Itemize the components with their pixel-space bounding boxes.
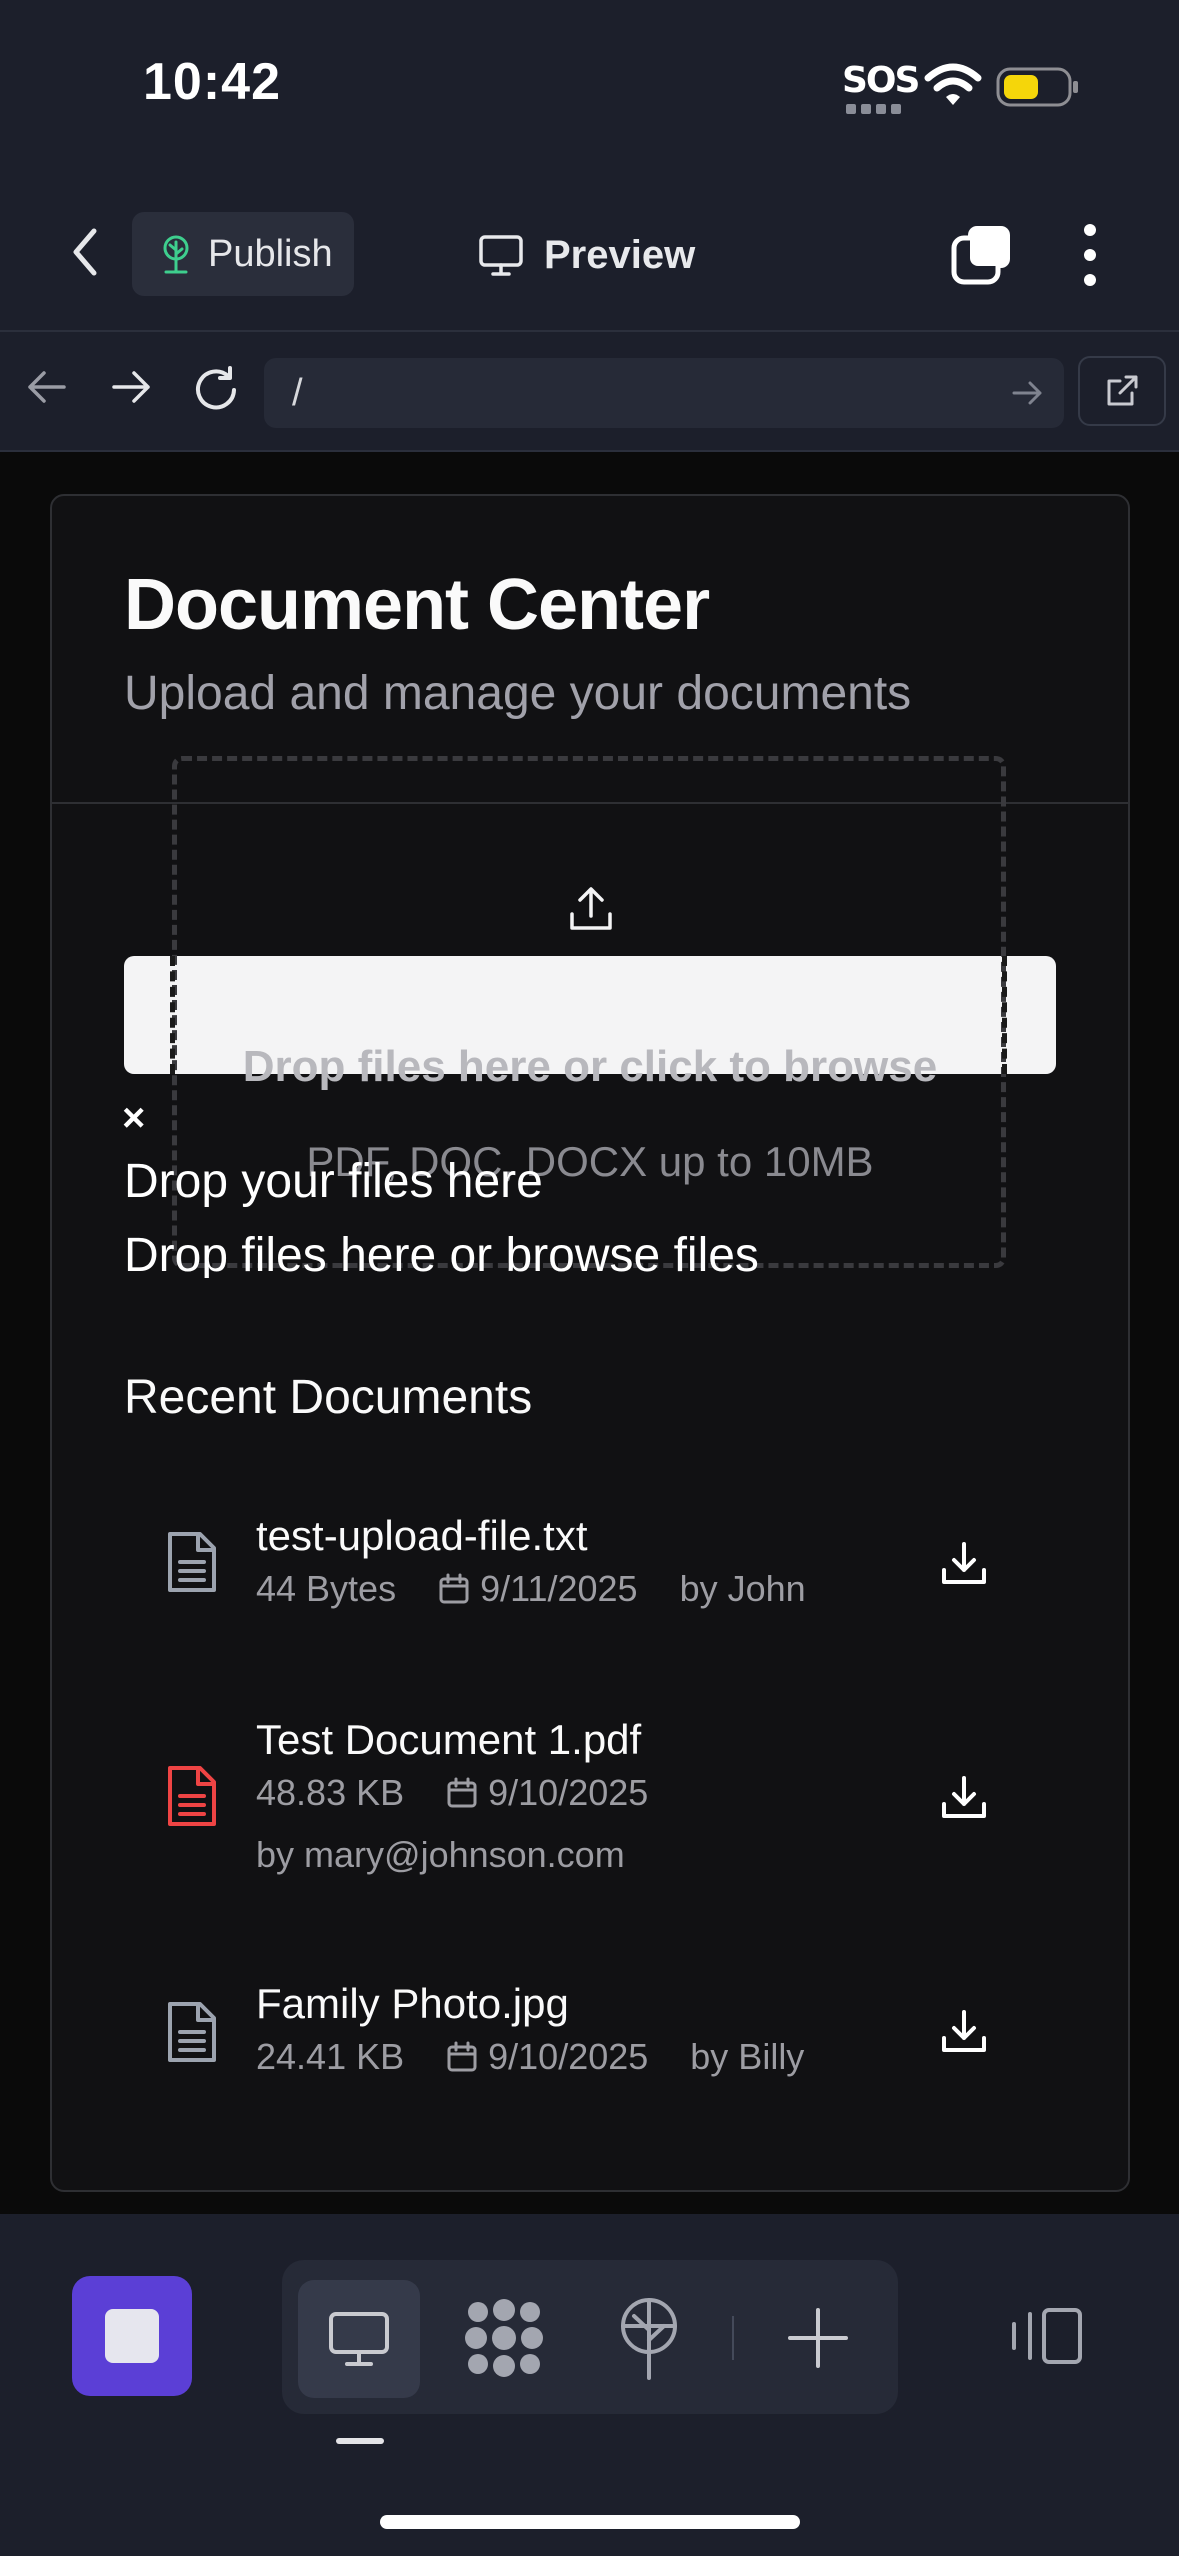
page-subtitle: Upload and manage your documents (124, 667, 912, 720)
status-time: 10:42 (143, 53, 281, 111)
battery-icon (996, 67, 1078, 107)
back-button[interactable] (60, 222, 110, 282)
arrow-right-icon[interactable] (108, 364, 154, 410)
open-external-button[interactable] (1078, 356, 1166, 426)
stop-icon (105, 2309, 159, 2363)
page-title: Document Center (124, 565, 710, 645)
close-icon[interactable]: × (122, 1096, 145, 1141)
document-author: by John (679, 1568, 806, 1609)
document-name: Family Photo.jpg (256, 1980, 569, 2027)
document-author: by mary@johnson.com (256, 1834, 625, 1875)
url-input[interactable]: / (264, 358, 1064, 428)
publish-button[interactable]: Publish (132, 212, 354, 296)
file-text-icon (168, 1532, 216, 1592)
document-name: test-upload-file.txt (256, 1512, 588, 1559)
drop-overlay-description: Drop files here or browse files (124, 1229, 759, 1278)
calendar-icon (447, 1777, 477, 1808)
upload-icon (570, 887, 612, 930)
home-indicator[interactable] (380, 2515, 800, 2529)
dropzone-primary-text: Drop files here or click to browse (242, 1042, 938, 1091)
url-text: / (292, 371, 303, 414)
document-size: 24.41 KB (256, 2036, 405, 2077)
document-date: 9/10/2025 (488, 1772, 649, 1813)
document-author: by Billy (690, 2036, 805, 2077)
document-meta: 24.41 KB 9/10/2025 by Billy (256, 2036, 804, 2078)
assets-icon[interactable] (462, 2296, 546, 2380)
monitor-icon (329, 2312, 389, 2366)
toolbar-divider (732, 2316, 734, 2360)
preview-label: Preview (544, 232, 696, 277)
document-size: 44 Bytes (256, 1568, 397, 1609)
file-pdf-icon (168, 1766, 216, 1826)
calendar-icon (447, 2041, 477, 2072)
deploy-tree-icon[interactable] (614, 2296, 684, 2380)
publish-tree-icon (163, 235, 189, 274)
publish-label: Publish (208, 232, 333, 275)
reload-icon[interactable] (190, 364, 242, 416)
desktop-view-button[interactable] (298, 2280, 420, 2398)
recent-documents-heading: Recent Documents (124, 1371, 533, 1424)
wifi-icon (924, 63, 982, 105)
document-card (50, 494, 1130, 2192)
sos-indicator: SOS (842, 60, 920, 101)
download-icon[interactable] (938, 2006, 990, 2058)
more-vertical-icon[interactable] (1070, 222, 1110, 288)
document-size: 48.83 KB (256, 1772, 405, 1813)
drop-overlay-title: Drop your files here (124, 1155, 543, 1208)
document-row[interactable]: Test Document 1.pdf 48.83 KB 9/10/2025 b… (124, 1704, 1056, 1884)
document-date: 9/11/2025 (480, 1568, 638, 1609)
signal-dots (846, 104, 906, 114)
download-icon[interactable] (938, 1538, 990, 1590)
arrow-left-icon[interactable] (24, 364, 70, 410)
document-name: Test Document 1.pdf (256, 1716, 642, 1763)
download-icon[interactable] (938, 1772, 990, 1824)
document-date: 9/10/2025 (488, 2036, 649, 2077)
plus-icon[interactable] (786, 2306, 850, 2370)
calendar-icon (439, 1573, 469, 1604)
document-meta: 48.83 KB 9/10/2025 (256, 1772, 648, 1814)
document-row[interactable]: test-upload-file.txt 44 Bytes 9/11/2025 … (124, 1500, 1056, 1640)
stop-app-button[interactable] (72, 2276, 192, 2396)
file-text-icon (168, 2002, 216, 2062)
document-row[interactable]: Family Photo.jpg 24.41 KB 9/10/2025 by B… (124, 1968, 1056, 2108)
arrow-right-small-icon[interactable] (1008, 374, 1046, 412)
external-link-icon (1107, 375, 1138, 406)
tabs-icon[interactable] (950, 222, 1014, 286)
preview-button[interactable]: Preview (478, 222, 695, 288)
chevron-left-icon (73, 228, 97, 276)
panel-toggle-icon[interactable] (1006, 2304, 1086, 2368)
document-meta: 44 Bytes 9/11/2025 by John (256, 1568, 806, 1610)
monitor-icon (479, 235, 523, 276)
active-tab-indicator (336, 2438, 384, 2444)
